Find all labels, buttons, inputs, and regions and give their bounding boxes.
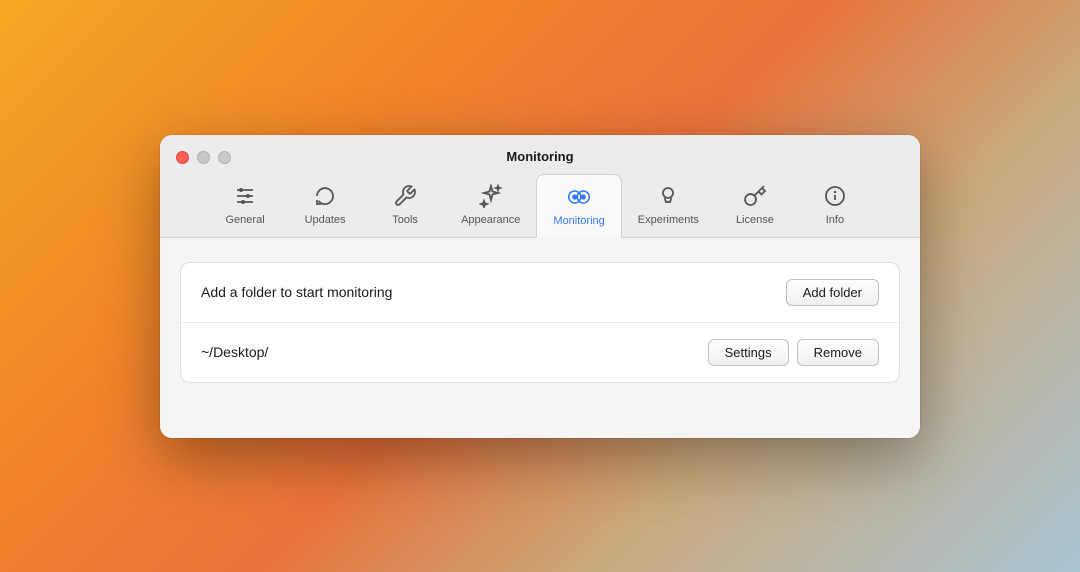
tab-tools-label: Tools: [392, 214, 418, 226]
window-controls: [176, 151, 231, 164]
tab-license-label: License: [736, 214, 774, 226]
content-area: Add a folder to start monitoring Add fol…: [160, 238, 920, 438]
settings-button[interactable]: Settings: [708, 339, 789, 366]
tab-monitoring-label: Monitoring: [553, 215, 604, 227]
folder-actions: Settings Remove: [708, 339, 879, 366]
window-title: Monitoring: [506, 149, 573, 164]
tab-appearance-label: Appearance: [461, 214, 520, 226]
tab-monitoring[interactable]: Monitoring: [536, 174, 621, 238]
minimize-button[interactable]: [197, 151, 210, 164]
eyes-icon: [567, 183, 591, 211]
refresh-icon: [313, 182, 337, 210]
sliders-icon: [233, 182, 257, 210]
tab-general-label: General: [226, 214, 265, 226]
sparkle-icon: [479, 182, 503, 210]
add-folder-button[interactable]: Add folder: [786, 279, 879, 306]
tab-updates-label: Updates: [305, 214, 346, 226]
remove-button[interactable]: Remove: [797, 339, 879, 366]
app-window: Monitoring General: [160, 135, 920, 438]
tab-general[interactable]: General: [205, 174, 285, 237]
add-folder-row: Add a folder to start monitoring Add fol…: [181, 263, 899, 322]
add-folder-actions: Add folder: [786, 279, 879, 306]
tab-experiments-label: Experiments: [638, 214, 699, 226]
folder-row: ~/Desktop/ Settings Remove: [181, 322, 899, 382]
monitoring-card: Add a folder to start monitoring Add fol…: [180, 262, 900, 383]
close-button[interactable]: [176, 151, 189, 164]
maximize-button[interactable]: [218, 151, 231, 164]
tab-info[interactable]: Info: [795, 174, 875, 237]
titlebar: Monitoring General: [160, 135, 920, 238]
tab-license[interactable]: License: [715, 174, 795, 237]
tab-info-label: Info: [826, 214, 844, 226]
tab-experiments[interactable]: Experiments: [622, 174, 715, 237]
tab-updates[interactable]: Updates: [285, 174, 365, 237]
info-icon: [823, 182, 847, 210]
tab-tools[interactable]: Tools: [365, 174, 445, 237]
key-icon: [743, 182, 767, 210]
toolbar: General Updates Tools: [176, 174, 904, 237]
lightbulb-icon: [656, 182, 680, 210]
tools-icon: [393, 182, 417, 210]
add-folder-text: Add a folder to start monitoring: [201, 284, 786, 300]
folder-path-label: ~/Desktop/: [201, 344, 708, 360]
tab-appearance[interactable]: Appearance: [445, 174, 536, 237]
